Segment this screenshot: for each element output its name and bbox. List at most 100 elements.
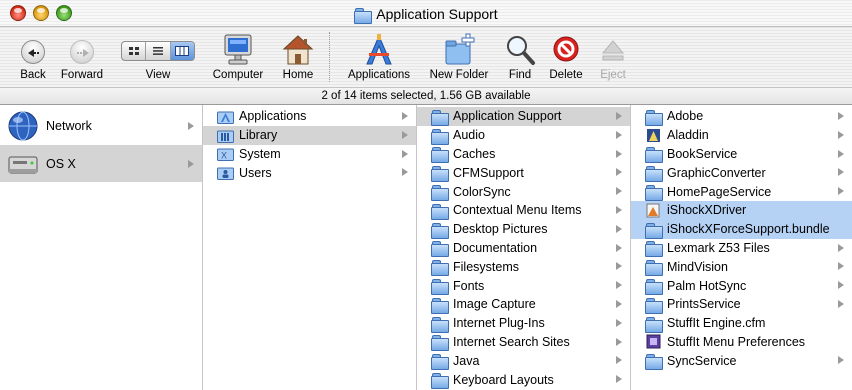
list-item-label: Contextual Menu Items (453, 203, 582, 218)
list-item[interactable]: Image Capture (417, 295, 630, 314)
folder-icon (354, 7, 373, 24)
list-item-label: Palm HotSync (667, 278, 747, 293)
folder-icon (645, 297, 663, 314)
list-item[interactable]: StuffIt Menu Preferences (631, 333, 852, 352)
folder-icon (431, 146, 449, 164)
list-item-system[interactable]: X System (203, 145, 416, 164)
list-item[interactable]: Adobe (631, 107, 852, 126)
chevron-right-icon (616, 187, 622, 196)
root-column[interactable]: Applications Library X System Users (203, 105, 417, 390)
folder-icon (645, 222, 663, 239)
list-item-selected[interactable]: iShockXForceSupport.bundle (631, 219, 852, 239)
chevron-right-icon (616, 300, 622, 308)
home-icon (282, 35, 314, 65)
list-item[interactable]: Audio (417, 126, 630, 145)
chevron-right-icon (838, 168, 844, 177)
network-item[interactable]: Network (0, 107, 202, 144)
folder-icon (431, 334, 449, 352)
system-folder-icon: X (217, 148, 234, 162)
chevron-right-icon (616, 243, 622, 252)
list-item-label: Library (239, 128, 278, 143)
list-item[interactable]: Fonts (417, 276, 630, 296)
list-item[interactable]: Filesystems (417, 257, 630, 277)
chevron-right-icon (188, 122, 194, 130)
folder-icon (431, 297, 449, 314)
list-item-label: ColorSync (453, 184, 511, 199)
folder-icon (645, 278, 663, 296)
chevron-right-icon (838, 112, 844, 120)
new-folder-icon (445, 33, 475, 65)
folder-icon (431, 128, 449, 145)
volumes-column[interactable]: Network OS X (0, 105, 203, 390)
os-x-volume-item[interactable]: OS X (0, 145, 202, 182)
list-item-label: Desktop Pictures (453, 222, 548, 237)
chevron-right-icon (616, 112, 622, 120)
list-item[interactable]: Palm HotSync (631, 276, 852, 296)
list-item[interactable]: Internet Plug-Ins (417, 314, 630, 333)
list-item[interactable]: Keyboard Layouts (417, 370, 630, 390)
library-column[interactable]: Application Support Audio Caches CFMSupp… (417, 105, 631, 390)
toolbar-separator (329, 32, 330, 82)
chevron-right-icon (402, 130, 408, 139)
list-item[interactable]: Lexmark Z53 Files (631, 239, 852, 258)
library-folder-icon (217, 130, 234, 143)
chevron-right-icon (402, 112, 408, 120)
folder-icon (645, 184, 663, 202)
chevron-right-icon (838, 187, 844, 196)
delete-icon (553, 36, 579, 62)
list-view-icon[interactable] (146, 42, 171, 60)
hard-disk-icon (8, 156, 38, 173)
list-item-label: Lexmark Z53 Files (667, 240, 770, 255)
application-support-column[interactable]: Adobe Aladdin BookService GraphicConvert… (631, 105, 852, 390)
icon-view-icon[interactable] (122, 42, 147, 60)
chevron-right-icon (616, 149, 622, 158)
delete-label: Delete (549, 69, 583, 81)
view-segmented-control[interactable] (121, 41, 195, 61)
folder-icon (431, 240, 449, 258)
list-item[interactable]: PrintsService (631, 295, 852, 314)
folder-icon (645, 259, 663, 277)
applications-folder-icon (217, 111, 234, 124)
list-item-label: Users (239, 165, 272, 180)
column-view-icon[interactable] (170, 42, 194, 60)
chevron-right-icon (838, 243, 844, 252)
back-arrow-icon (21, 40, 45, 64)
status-bar: 2 of 14 items selected, 1.56 GB availabl… (0, 87, 852, 105)
list-item[interactable]: MindVision (631, 257, 852, 277)
list-item[interactable]: HomePageService (631, 182, 852, 202)
list-item[interactable]: GraphicConverter (631, 163, 852, 183)
chevron-right-icon (402, 149, 408, 158)
os-x-label: OS X (46, 156, 76, 171)
list-item[interactable]: Documentation (417, 239, 630, 258)
list-item[interactable]: StuffIt Engine.cfm (631, 314, 852, 333)
aladdin-app-icon (647, 128, 660, 142)
list-item[interactable]: SyncService (631, 351, 852, 371)
list-item[interactable]: Java (417, 351, 630, 371)
folder-icon (431, 165, 449, 183)
folder-icon (431, 316, 449, 333)
list-item-selected[interactable]: iShockXDriver (631, 201, 852, 220)
list-item[interactable]: Caches (417, 145, 630, 164)
users-folder-icon (217, 167, 234, 181)
list-item[interactable]: Internet Search Sites (417, 333, 630, 352)
folder-icon (645, 109, 663, 126)
folder-icon (645, 165, 663, 183)
eject-label: Eject (600, 69, 626, 81)
list-item[interactable]: BookService (631, 145, 852, 164)
folder-icon (431, 372, 449, 390)
list-item-applications[interactable]: Applications (203, 107, 416, 126)
list-item[interactable]: ColorSync (417, 182, 630, 202)
list-item-label: System (239, 146, 281, 161)
list-item[interactable]: Aladdin (631, 126, 852, 145)
list-item-library[interactable]: Library (203, 125, 416, 145)
list-item-label: Internet Plug-Ins (453, 316, 545, 331)
list-item[interactable]: CFMSupport (417, 163, 630, 183)
list-item[interactable]: Contextual Menu Items (417, 201, 630, 220)
list-item-users[interactable]: Users (203, 163, 416, 182)
folder-icon (431, 203, 449, 220)
list-item[interactable]: Application Support (417, 107, 630, 126)
list-item-label: CFMSupport (453, 165, 524, 180)
list-item[interactable]: Desktop Pictures (417, 220, 630, 239)
list-item-label: Application Support (453, 109, 562, 124)
list-item-label: Fonts (453, 278, 485, 293)
